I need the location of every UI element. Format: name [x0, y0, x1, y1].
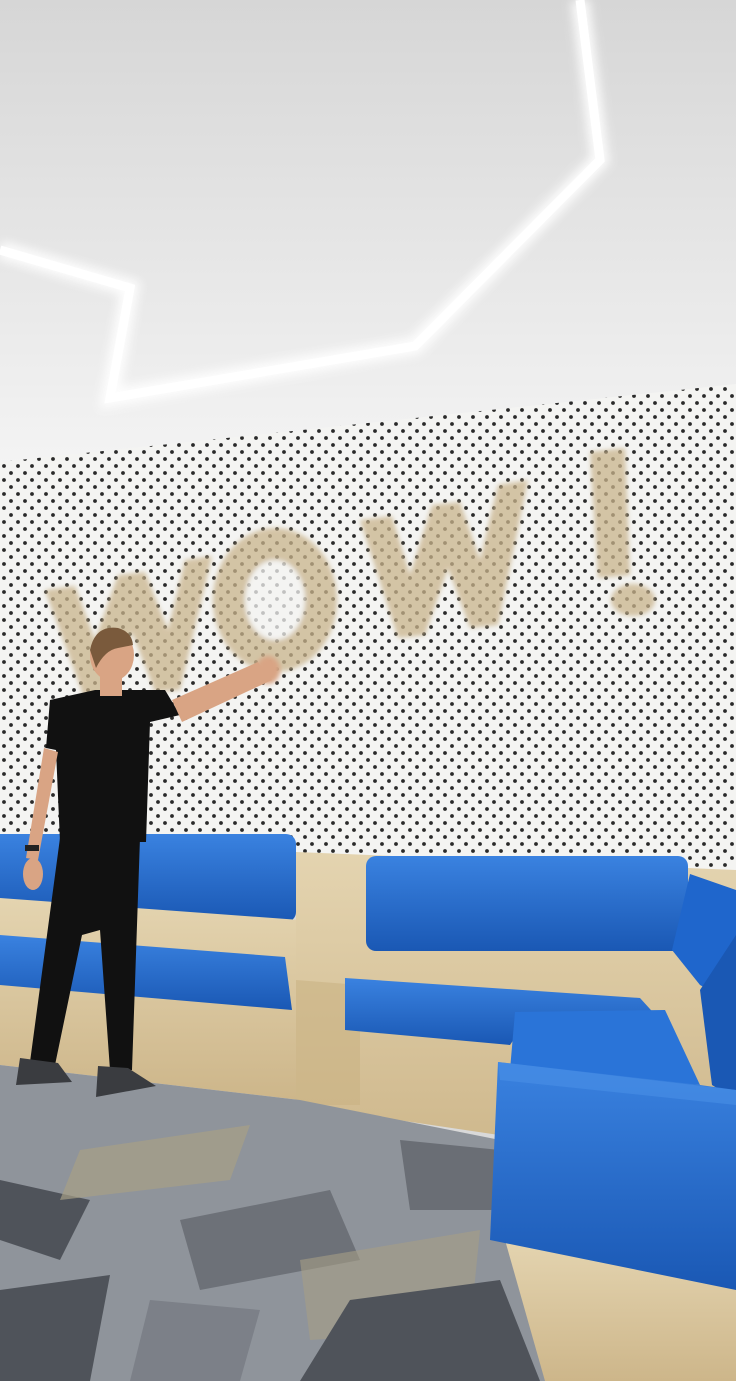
right-bench-back-cushion — [366, 856, 688, 951]
photo-scene — [0, 0, 736, 1381]
scene-svg — [0, 0, 736, 1381]
